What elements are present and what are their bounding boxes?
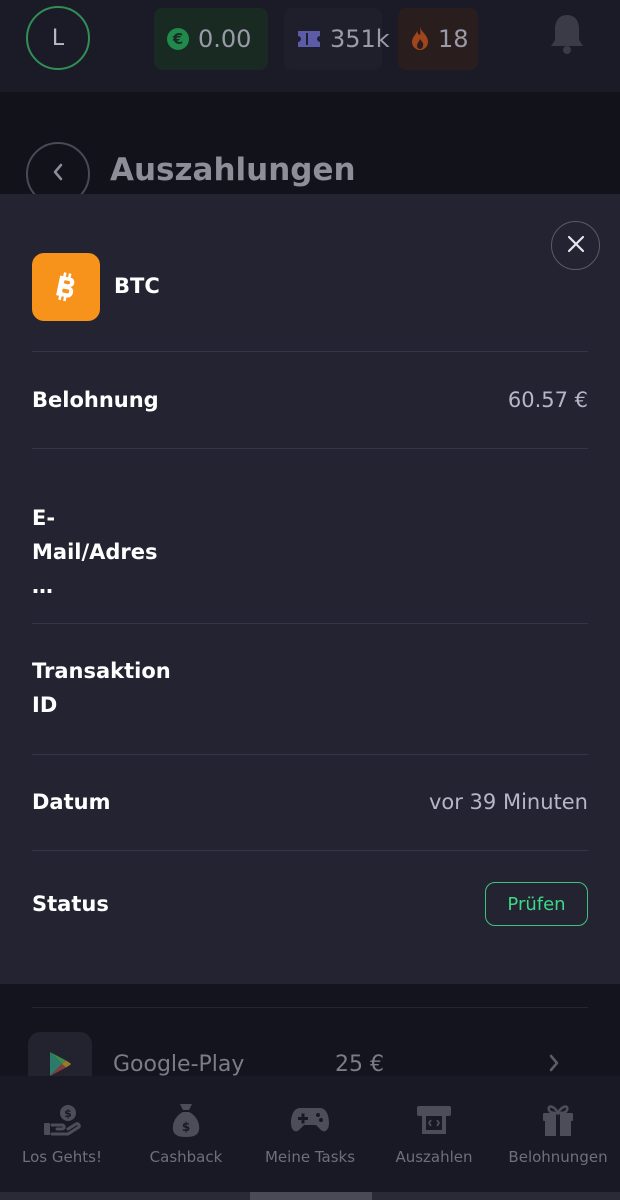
status-label: Status xyxy=(32,892,109,916)
home-indicator xyxy=(0,1192,620,1200)
reward-value: 60.57 € xyxy=(507,388,588,412)
nav-label: Los Gehts! xyxy=(22,1148,102,1166)
nav-label: Meine Tasks xyxy=(264,1148,356,1166)
streak-badge[interactable]: 18 xyxy=(398,8,478,70)
list-item-price: 25 € xyxy=(335,1052,384,1077)
divider xyxy=(32,448,588,449)
nav-item-meine-tasks[interactable]: Meine Tasks xyxy=(248,1076,372,1192)
reward-label: Belohnung xyxy=(32,388,159,412)
avatar-initial: L xyxy=(51,25,65,51)
list-item-google-play[interactable]: Google-Play 25 € xyxy=(0,1008,620,1096)
divider xyxy=(32,850,588,851)
status-badge-text: Prüfen xyxy=(507,893,566,915)
svg-text:$: $ xyxy=(64,1107,72,1120)
close-icon xyxy=(567,235,585,257)
status-badge: Prüfen xyxy=(485,882,588,926)
top-bar: L € 0.00 351k 18 xyxy=(0,0,620,92)
nav-item-belohnungen[interactable]: Belohnungen xyxy=(496,1076,620,1192)
coin-name: BTC xyxy=(114,274,160,298)
payout-detail-sheet: BTC Belohnung 60.57 € E-Mail/Adres… Tran… xyxy=(0,194,620,984)
date-label: Datum xyxy=(32,790,111,814)
date-value: vor 39 Minuten xyxy=(428,790,588,814)
nav-label: Belohnungen xyxy=(508,1148,608,1166)
gamepad-icon xyxy=(290,1102,330,1138)
gift-icon xyxy=(541,1102,575,1138)
email-address-label: E-Mail/Adres… xyxy=(32,506,158,598)
list-item-name: Google-Play xyxy=(113,1052,245,1077)
streak-value: 18 xyxy=(438,25,469,53)
divider xyxy=(32,754,588,755)
nav-item-cashback[interactable]: $ Cashback xyxy=(124,1076,248,1192)
nav-item-auszahlen[interactable]: Auszahlen xyxy=(372,1076,496,1192)
ticket-icon xyxy=(296,29,322,49)
bell-icon[interactable] xyxy=(548,12,586,60)
tickets-value: 351k xyxy=(330,25,390,53)
chevron-left-icon xyxy=(51,162,65,186)
tickets-badge[interactable]: 351k xyxy=(284,8,390,70)
bitcoin-icon xyxy=(32,253,100,321)
euro-icon: € xyxy=(166,27,190,51)
withdraw-icon xyxy=(416,1102,452,1138)
transaction-id-label: Transaktion ID xyxy=(32,659,171,717)
money-bag-icon: $ xyxy=(171,1102,201,1138)
chevron-right-icon xyxy=(548,1054,560,1076)
home-indicator-bar[interactable] xyxy=(250,1192,372,1200)
close-button[interactable] xyxy=(551,221,600,270)
page-title: Auszahlungen xyxy=(110,152,356,188)
balance-value: 0.00 xyxy=(198,25,252,53)
svg-text:€: € xyxy=(172,30,183,48)
divider xyxy=(32,351,588,352)
bottom-nav: $ Los Gehts! $ Cashback Meine Tasks Ausz… xyxy=(0,1076,620,1192)
avatar[interactable]: L xyxy=(26,6,90,70)
nav-item-los-gehts[interactable]: $ Los Gehts! xyxy=(0,1076,124,1192)
nav-label: Auszahlen xyxy=(395,1148,473,1166)
divider xyxy=(32,623,588,624)
balance-badge[interactable]: € 0.00 xyxy=(154,8,268,70)
nav-label: Cashback xyxy=(149,1148,223,1166)
svg-text:$: $ xyxy=(182,1120,190,1134)
flame-icon xyxy=(410,26,430,52)
hand-coin-icon: $ xyxy=(42,1102,82,1138)
